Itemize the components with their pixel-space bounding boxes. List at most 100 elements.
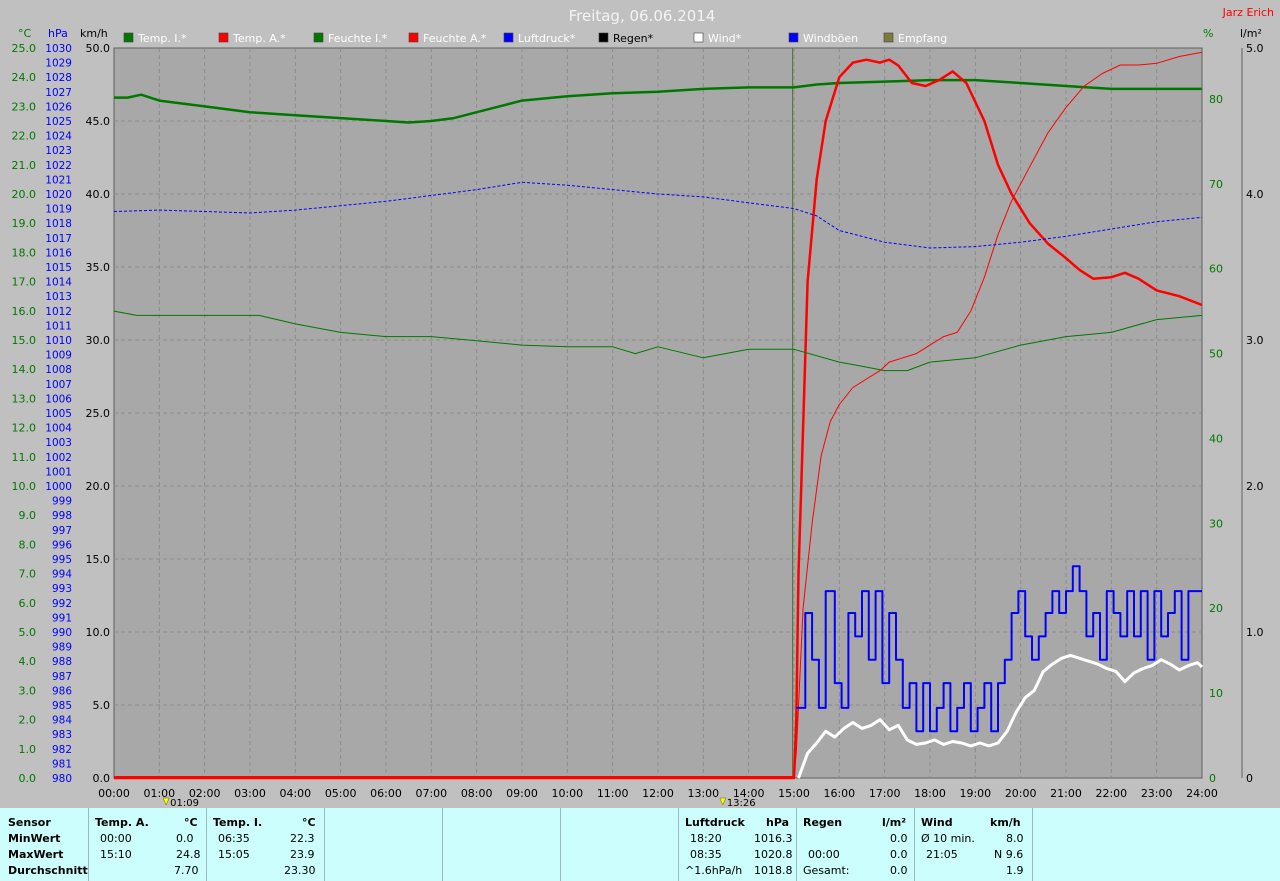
hpa-tick-label: 982	[52, 744, 72, 756]
celsius-tick-label: 10.0	[12, 480, 37, 493]
percent-tick-label: 30	[1209, 517, 1223, 530]
temp-i-max-value: 23.9	[290, 848, 315, 861]
legend-label: Luftdruck*	[518, 32, 576, 45]
celsius-tick-label: 9.0	[19, 509, 37, 522]
luftdruck-max-value: 1020.8	[754, 848, 793, 861]
kmh-tick-label: 25.0	[86, 407, 111, 420]
celsius-tick-label: 15.0	[12, 334, 37, 347]
x-tick-label: 17:00	[869, 787, 901, 800]
rain-tick-label: 2.0	[1246, 480, 1264, 493]
temp-i-avg-value: 23.30	[284, 864, 316, 877]
hpa-tick-label: 1027	[45, 87, 72, 99]
hpa-tick-label: 994	[52, 569, 72, 581]
luftdruck-min-value: 1016.3	[754, 832, 793, 845]
hpa-tick-label: 1023	[45, 145, 72, 157]
row-label-max: MaxWert	[8, 848, 64, 861]
hpa-tick-label: 997	[52, 525, 72, 537]
kmh-tick-label: 40.0	[86, 188, 111, 201]
hpa-tick-label: 1009	[45, 350, 72, 362]
kmh-tick-label: 5.0	[93, 699, 111, 712]
regen-max-time: 00:00	[808, 848, 840, 861]
x-tick-label: 06:00	[370, 787, 402, 800]
celsius-unit-label: °C	[18, 27, 32, 40]
x-tick-label: 15:00	[778, 787, 810, 800]
legend-swatch	[123, 32, 134, 43]
percent-tick-label: 60	[1209, 263, 1223, 276]
hpa-tick-label: 1026	[45, 101, 72, 113]
rain-tick-label: 4.0	[1246, 188, 1264, 201]
celsius-tick-label: 3.0	[19, 684, 37, 697]
celsius-tick-label: 21.0	[12, 159, 37, 172]
celsius-tick-label: 13.0	[12, 392, 37, 405]
hpa-tick-label: 1012	[45, 306, 72, 318]
hpa-tick-label: 983	[52, 729, 72, 741]
hpa-tick-label: 1016	[45, 247, 72, 259]
wind-avg-value: 1.9	[1006, 864, 1024, 877]
hpa-tick-label: 1004	[45, 423, 72, 435]
celsius-tick-label: 0.0	[19, 772, 37, 785]
hpa-unit-label: hPa	[48, 27, 68, 40]
hpa-tick-label: 991	[52, 612, 72, 624]
x-tick-label: 07:00	[415, 787, 447, 800]
x-tick-label: 21:00	[1050, 787, 1082, 800]
temp-i-header: Temp. I.	[213, 816, 263, 829]
hpa-tick-label: 1013	[45, 291, 72, 303]
hpa-tick-label: 1030	[45, 43, 72, 55]
legend-swatch	[883, 32, 894, 43]
hpa-tick-label: 1015	[45, 262, 72, 274]
regen-header: Regen	[803, 816, 843, 829]
hpa-tick-label: 996	[52, 539, 72, 551]
hpa-tick-label: 980	[52, 773, 72, 785]
temp-a-header: Temp. A.	[95, 816, 149, 829]
legend-swatch	[313, 32, 324, 43]
x-tick-label: 11:00	[597, 787, 629, 800]
kmh-tick-label: 20.0	[86, 480, 111, 493]
weather-chart: 00:00 01:00 02:00 03:00 04:00 05:00 06:00 07:00…	[12, 6, 1275, 808]
x-tick-label: 12:00	[642, 787, 674, 800]
hpa-tick-label: 998	[52, 510, 72, 522]
hpa-tick-label: 1002	[45, 452, 72, 464]
rain-tick-label: 3.0	[1246, 334, 1264, 347]
temp-a-min-value: 0.0	[176, 832, 194, 845]
hpa-tick-label: 1003	[45, 437, 72, 449]
temp-i-min-time: 06:35	[218, 832, 250, 845]
x-tick-label: 16:00	[823, 787, 855, 800]
legend-swatch	[503, 32, 514, 43]
x-tick-label: 04:00	[279, 787, 311, 800]
author-label: Jarz Erich	[1222, 6, 1274, 19]
legend-label: Wind*	[708, 32, 742, 45]
hpa-tick-label: 1005	[45, 408, 72, 420]
celsius-tick-label: 4.0	[19, 655, 37, 668]
x-tick-label: 24:00	[1186, 787, 1218, 800]
rain-tick-label: 1.0	[1246, 626, 1264, 639]
hpa-tick-label: 999	[52, 496, 72, 508]
hpa-tick-label: 1018	[45, 218, 72, 230]
hpa-tick-label: 1021	[45, 174, 72, 186]
hpa-tick-label: 1025	[45, 116, 72, 128]
regen-unit: l/m²	[882, 816, 907, 829]
percent-tick-label: 80	[1209, 93, 1223, 106]
x-tick-label: 09:00	[506, 787, 538, 800]
time-marker	[162, 797, 170, 806]
percent-tick-label: 20	[1209, 602, 1223, 615]
legend-label: Temp. A.*	[232, 32, 286, 45]
legend-label: Feuchte A.*	[423, 32, 487, 45]
x-tick-label: 13:00	[687, 787, 719, 800]
percent-tick-label: 40	[1209, 432, 1223, 445]
hpa-tick-label: 1008	[45, 364, 72, 376]
percent-tick-label: 70	[1209, 178, 1223, 191]
hpa-tick-label: 1019	[45, 204, 72, 216]
celsius-tick-label: 5.0	[19, 626, 37, 639]
hpa-tick-label: 985	[52, 700, 72, 712]
hpa-tick-label: 1022	[45, 160, 72, 172]
legend-label: Windböen	[803, 32, 858, 45]
temp-a-avg-value: 7.70	[174, 864, 199, 877]
temp-a-max-time: 15:10	[100, 848, 132, 861]
x-tick-label: 23:00	[1141, 787, 1173, 800]
wind-avg10-label: Ø 10 min.	[921, 832, 975, 845]
sensor-header: Sensor	[8, 816, 51, 829]
row-label-avg: Durchschnitt	[8, 864, 88, 877]
kmh-tick-label: 30.0	[86, 334, 111, 347]
celsius-tick-label: 11.0	[12, 451, 37, 464]
hpa-tick-label: 989	[52, 642, 72, 654]
